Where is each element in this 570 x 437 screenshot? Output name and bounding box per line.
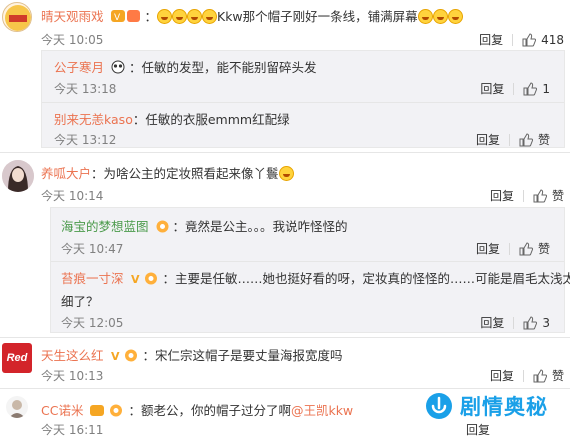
sub-comment-time: 今天 12:05 <box>61 316 124 330</box>
like-count: 3 <box>542 315 550 330</box>
avatar-logo-icon <box>5 5 31 31</box>
reply-button[interactable]: 回复 <box>466 421 490 437</box>
sub-comment-box: 海宝的梦想蓝图 ：竟然是公主。。。我说咋怪怪的 今天 10:47 回复 赞 苔痕… <box>50 207 570 333</box>
sub-comment: 公子寒月 ：任敏的发型，能不能别留碎头发 <box>54 57 317 76</box>
comment-header: 晴天观雨戏 V ： Kkw那个帽子刚好一条线，铺满屏幕 <box>41 6 463 25</box>
thumbs-up-icon[interactable] <box>533 188 547 203</box>
comment-text: Kkw那个帽子刚好一条线，铺满屏幕 <box>217 9 418 24</box>
comment-header: 天生这么红 V ：宋仁宗这帽子是要丈量海报宽度吗 <box>41 345 343 364</box>
reply-button[interactable]: 回复 <box>476 131 500 148</box>
vip-badge-icon <box>90 404 123 417</box>
like-count: 1 <box>542 81 550 96</box>
comment-text: ：为啥公主的定妆照看起来像丫鬟 <box>91 166 279 181</box>
laughing-emoji-icon <box>202 9 217 24</box>
sub-comment-actions: 回复 1 <box>480 80 550 97</box>
comment-text-prefix: ： <box>144 9 157 24</box>
thumbs-up-icon[interactable] <box>519 132 533 147</box>
reply-button[interactable]: 回复 <box>480 80 504 97</box>
avatar[interactable] <box>2 2 32 32</box>
like-label: 赞 <box>551 369 564 383</box>
sub-comment-text: ：主要是任敏……她也挺好看的呀，定妆真的怪怪的……可能是眉毛太浅太 <box>162 271 570 286</box>
sub-comment-text: ：任敏的衣服emmm红配绿 <box>132 112 290 127</box>
sub-comment-username[interactable]: 公子寒月 <box>54 60 104 75</box>
vip-badge-icon: V <box>110 10 140 23</box>
sub-comment-actions: 回复 3 <box>480 314 550 331</box>
avatar-label: Red <box>6 352 28 364</box>
like-label: 赞 <box>537 242 550 256</box>
comment-text: ：宋仁宗这帽子是要丈量海报宽度吗 <box>142 348 343 363</box>
comment-username[interactable]: CC诺米 <box>41 403 83 418</box>
level-badge-icon <box>156 220 168 233</box>
like-label: 赞 <box>537 133 550 147</box>
comment-header: CC诺米 ：额老公，你的帽子过分了啊@王凯kkw <box>41 400 353 419</box>
comment-time: 今天 10:05 <box>41 33 104 47</box>
thumbs-up-icon[interactable] <box>523 315 538 330</box>
sub-comment-username[interactable]: 苔痕一寸深 <box>61 271 124 286</box>
laughing-emoji-icon <box>172 9 187 24</box>
laughing-emoji-icon <box>417 9 433 24</box>
svg-text:V: V <box>131 273 140 285</box>
svg-text:V: V <box>114 13 121 23</box>
vip-badge-icon: V <box>111 349 137 362</box>
like-count: 418 <box>541 32 564 47</box>
panda-icon <box>111 60 125 74</box>
laughing-emoji-icon <box>278 166 294 181</box>
comment-actions: 回复 <box>466 421 490 437</box>
comment-time: 今天 10:13 <box>41 369 104 383</box>
comment-actions: 回复 赞 <box>490 187 564 204</box>
sub-comment-time: 今天 13:18 <box>54 82 117 96</box>
reply-button[interactable]: 回复 <box>490 367 514 384</box>
thumbs-up-icon[interactable] <box>522 32 537 47</box>
avatar[interactable] <box>6 396 28 418</box>
watermark: 剧情奥秘 <box>424 391 548 421</box>
comment-username[interactable]: 养呱大户 <box>41 166 91 181</box>
comment-username[interactable]: 天生这么红 <box>41 348 104 363</box>
comment-actions: 回复 赞 <box>490 367 564 384</box>
thumbs-up-icon[interactable] <box>533 368 547 383</box>
svg-text:V: V <box>111 350 120 362</box>
sub-comment-text: ：竟然是公主。。。我说咋怪怪的 <box>172 219 348 234</box>
sub-comment-actions: 回复 赞 <box>476 240 550 257</box>
reply-button[interactable]: 回复 <box>476 240 500 257</box>
sub-comment-actions: 回复 赞 <box>476 131 550 148</box>
reply-button[interactable]: 回复 <box>479 31 503 48</box>
sub-comment-username[interactable]: 海宝的梦想蓝图 <box>61 219 149 234</box>
comment-text: ：额老公，你的帽子过分了啊 <box>128 403 291 418</box>
sub-comment-text-continued: 细了？ <box>61 294 99 309</box>
watermark-logo-icon <box>426 393 452 419</box>
comment-username[interactable]: 晴天观雨戏 <box>41 9 104 24</box>
sub-comment-username[interactable]: 别来无恙kaso <box>54 112 133 127</box>
sub-comment-time: 今天 10:47 <box>61 242 124 256</box>
thumbs-up-icon[interactable] <box>523 81 538 96</box>
comment-actions: 回复 418 <box>479 31 564 48</box>
reply-button[interactable]: 回复 <box>480 314 504 331</box>
laughing-emoji-icon <box>447 9 463 24</box>
sub-comment: 海宝的梦想蓝图 ：竟然是公主。。。我说咋怪怪的 <box>61 216 348 235</box>
sub-comment-box: 公子寒月 ：任敏的发型，能不能别留碎头发 今天 13:18 回复 1 别来无恙k… <box>41 50 565 148</box>
like-label: 赞 <box>551 189 564 203</box>
comment-time: 今天 10:14 <box>41 189 104 203</box>
vip-badge-icon: V <box>131 272 157 285</box>
laughing-emoji-icon <box>187 9 202 24</box>
laughing-emoji-icon <box>157 9 172 24</box>
watermark-text: 剧情奥秘 <box>460 395 548 419</box>
user-portrait-icon <box>2 160 34 192</box>
avatar[interactable] <box>2 160 34 192</box>
comment-header: 养呱大户：为啥公主的定妆照看起来像丫鬟 <box>41 163 294 182</box>
mention-link[interactable]: @王凯kkw <box>291 403 353 418</box>
reply-button[interactable]: 回复 <box>490 187 514 204</box>
thumbs-up-icon[interactable] <box>519 241 533 256</box>
sub-comment-text: ：任敏的发型，能不能别留碎头发 <box>128 60 317 75</box>
avatar[interactable]: Red <box>2 343 32 373</box>
sub-comment: 苔痕一寸深 V ：主要是任敏……她也挺好看的呀，定妆真的怪怪的……可能是眉毛太浅… <box>61 268 570 287</box>
laughing-emoji-icon <box>432 9 448 24</box>
sub-comment: 别来无恙kaso：任敏的衣服emmm红配绿 <box>54 109 290 128</box>
sub-comment-time: 今天 13:12 <box>54 133 117 147</box>
user-portrait-icon <box>9 400 25 418</box>
comment-time: 今天 16:11 <box>41 423 104 437</box>
